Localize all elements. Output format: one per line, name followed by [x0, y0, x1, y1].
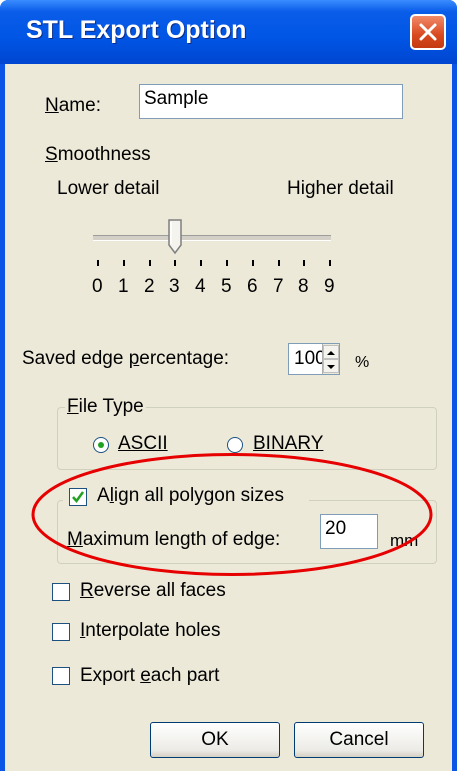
title-bar[interactable]: STL Export Option — [0, 0, 457, 64]
export-each-part-checkbox[interactable] — [52, 667, 70, 685]
align-polygons-label[interactable]: Align all polygon sizes — [97, 485, 284, 507]
smoothness-label: Smoothness — [45, 144, 151, 165]
name-input[interactable]: Sample — [139, 84, 403, 119]
interpolate-holes-label[interactable]: Interpolate holes — [80, 620, 221, 642]
ascii-radio[interactable] — [93, 437, 109, 453]
slider-tick-label: 0 — [92, 276, 103, 297]
interpolate-holes-checkbox[interactable] — [52, 623, 70, 641]
slider-tick — [226, 260, 228, 266]
window-title: STL Export Option — [26, 16, 247, 44]
spin-down-icon — [327, 365, 335, 369]
max-edge-label: Maximum length of edge: — [67, 529, 281, 550]
slider-tick-label: 8 — [298, 276, 309, 297]
saved-edge-unit: % — [355, 354, 370, 371]
slider-tick-label: 6 — [247, 276, 258, 297]
saved-edge-value[interactable]: 100 — [294, 348, 326, 370]
slider-tick-label: 7 — [273, 276, 284, 297]
align-polygons-checkbox[interactable] — [69, 488, 87, 506]
ok-button[interactable]: OK — [150, 722, 280, 758]
close-button[interactable] — [410, 14, 446, 50]
slider-tick — [303, 260, 305, 266]
lower-detail-label: Lower detail — [57, 178, 160, 199]
binary-radio[interactable] — [227, 437, 243, 453]
saved-edge-spinner[interactable]: 100 — [288, 343, 340, 375]
slider-tick-label: 1 — [118, 276, 129, 297]
spin-up-button[interactable] — [323, 345, 339, 359]
max-edge-input[interactable]: 20 — [320, 514, 378, 549]
slider-tick — [123, 260, 125, 266]
name-label: Name: — [45, 95, 101, 116]
file-type-legend: File Type — [65, 396, 146, 418]
slider-tick — [329, 260, 331, 266]
higher-detail-label: Higher detail — [287, 178, 394, 199]
cancel-button[interactable]: Cancel — [294, 722, 424, 758]
slider-track[interactable] — [93, 235, 331, 241]
slider-tick-label: 4 — [195, 276, 206, 297]
slider-tick — [149, 260, 151, 266]
slider-tick-label: 3 — [169, 276, 180, 297]
binary-label[interactable]: BINARY — [253, 433, 323, 455]
checkmark-icon — [72, 491, 85, 504]
ascii-label[interactable]: ASCII — [118, 433, 168, 455]
max-edge-unit: mm — [390, 531, 419, 550]
reverse-faces-checkbox[interactable] — [52, 583, 70, 601]
slider-tick — [252, 260, 254, 266]
slider-tick — [278, 260, 280, 266]
slider-thumb[interactable] — [168, 219, 182, 255]
reverse-faces-label[interactable]: Reverse all faces — [80, 580, 226, 602]
slider-tick-label: 2 — [144, 276, 155, 297]
slider-tick-label: 5 — [221, 276, 232, 297]
dialog-body: Name: Sample Smoothness Lower detail Hig… — [5, 64, 452, 771]
slider-tick — [174, 260, 176, 266]
spin-down-button[interactable] — [323, 359, 339, 373]
export-each-part-label[interactable]: Export each part — [80, 665, 219, 687]
saved-edge-label: Saved edge percentage: — [22, 348, 230, 369]
slider-tick — [200, 260, 202, 266]
stl-export-dialog: STL Export Option Name: Sample Smoothnes… — [0, 0, 457, 771]
slider-tick — [97, 260, 99, 266]
spin-up-icon — [327, 351, 335, 355]
slider-tick-label: 9 — [324, 276, 335, 297]
